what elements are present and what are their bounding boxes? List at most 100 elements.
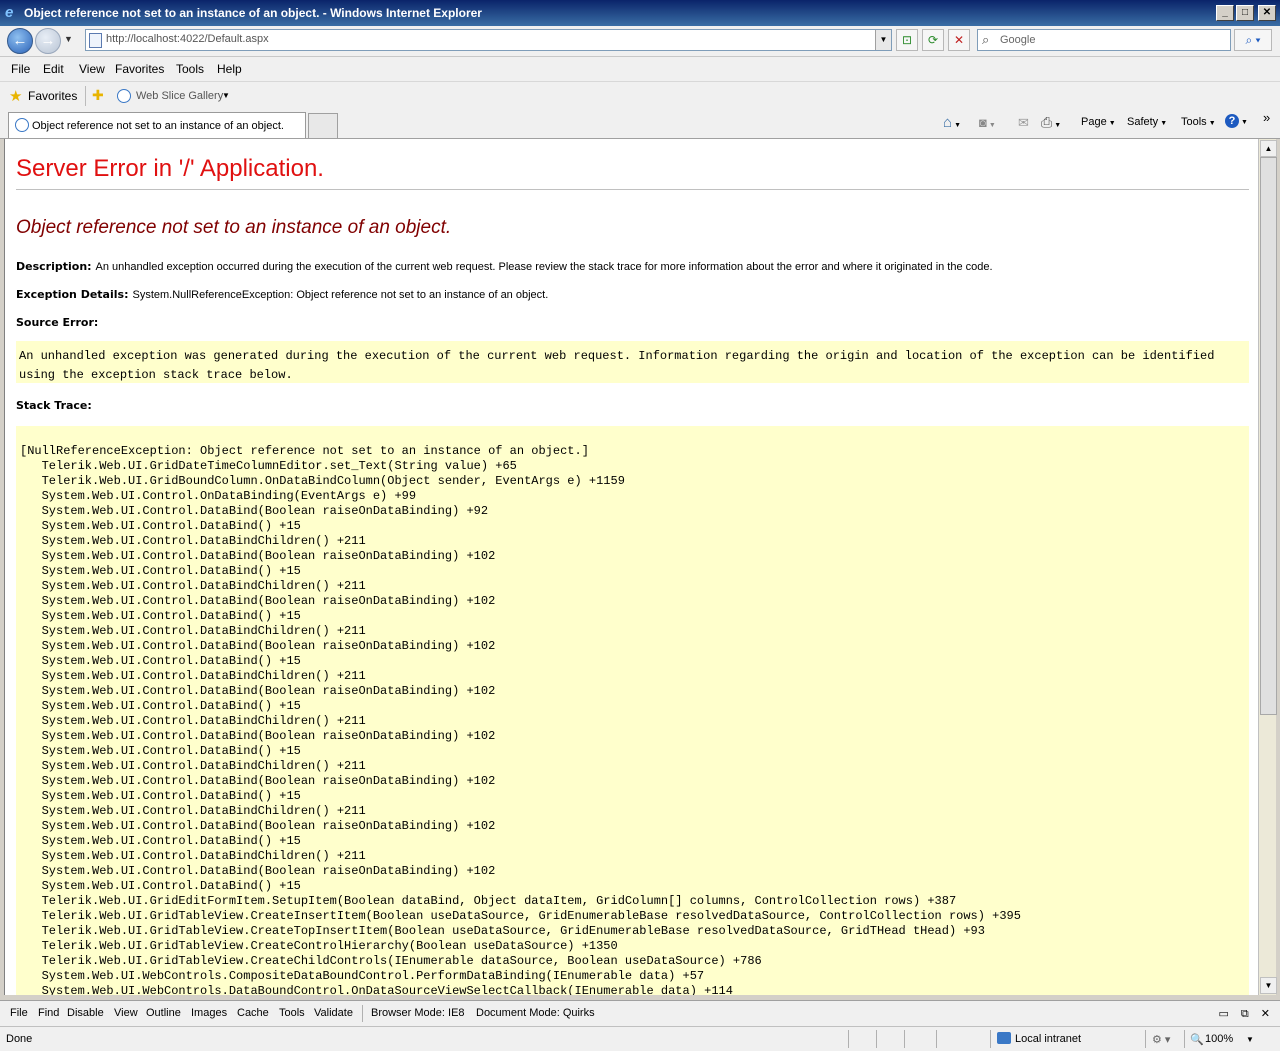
help-menu-button[interactable]: ? ▼	[1225, 114, 1248, 128]
status-separator	[1145, 1030, 1146, 1048]
devtools-outline[interactable]: Outline	[146, 1007, 181, 1019]
zoom-icon[interactable]: 🔍	[1190, 1033, 1204, 1046]
menu-favorites[interactable]: Favorites	[115, 62, 164, 76]
navigation-bar: ← → ▼ http://localhost:4022/Default.aspx…	[0, 26, 1280, 57]
menu-edit[interactable]: Edit	[43, 62, 64, 76]
close-button[interactable]: ✕	[1258, 5, 1276, 21]
page-viewport: Server Error in '/' Application. Object …	[4, 139, 1259, 995]
tab-title: Object reference not set to an instance …	[32, 120, 284, 132]
web-slice-dropdown-icon[interactable]: ▼	[222, 91, 230, 100]
refresh-button[interactable]: ⟳	[922, 29, 944, 51]
status-separator	[936, 1030, 937, 1048]
devtools-separator	[362, 1005, 363, 1022]
devtools-minimize-icon[interactable]: ▭	[1219, 1008, 1229, 1020]
status-text: Done	[6, 1033, 33, 1045]
web-slice-gallery-link[interactable]: Web Slice Gallery	[136, 90, 223, 102]
read-mail-icon[interactable]: ✉	[1018, 115, 1029, 131]
menu-view[interactable]: View	[79, 62, 105, 76]
status-separator	[876, 1030, 877, 1048]
document-mode-button[interactable]: Document Mode: Quirks	[476, 1007, 595, 1019]
description-row: Description: An unhandled exception occur…	[16, 260, 993, 273]
stack-trace-box: [NullReferenceException: Object referenc…	[16, 426, 1249, 995]
page-icon	[89, 33, 102, 48]
page-title: Server Error in '/' Application.	[16, 155, 324, 182]
window-title: Object reference not set to an instance …	[24, 6, 482, 20]
scrollbar-thumb[interactable]	[1260, 157, 1277, 715]
source-error-text: An unhandled exception was generated dur…	[19, 349, 1222, 382]
zoom-level[interactable]: 100%	[1205, 1033, 1233, 1045]
status-separator	[990, 1030, 991, 1048]
local-intranet-icon	[997, 1032, 1011, 1044]
scroll-up-icon[interactable]: ▲	[1260, 140, 1277, 157]
browser-mode-button[interactable]: Browser Mode: IE8	[371, 1007, 465, 1019]
devtools-undock-icon[interactable]: ⧉	[1241, 1008, 1249, 1020]
safety-menu-button[interactable]: Safety ▼	[1127, 116, 1167, 128]
devtools-view[interactable]: View	[114, 1007, 138, 1019]
protected-mode-icon[interactable]: ⚙ ▾	[1152, 1033, 1170, 1046]
devtools-images[interactable]: Images	[191, 1007, 227, 1019]
add-to-favorites-bar-icon[interactable]: ✚	[92, 87, 104, 104]
devtools-tools[interactable]: Tools	[279, 1007, 305, 1019]
devtools-validate[interactable]: Validate	[314, 1007, 353, 1019]
tab-current[interactable]: Object reference not set to an instance …	[8, 112, 306, 138]
address-url[interactable]: http://localhost:4022/Default.aspx	[106, 33, 269, 45]
back-button[interactable]: ←	[7, 28, 33, 54]
address-dropdown-icon[interactable]: ▼	[875, 30, 891, 50]
menu-help[interactable]: Help	[217, 62, 242, 76]
description-label: Description:	[16, 260, 92, 273]
status-separator	[848, 1030, 849, 1048]
search-icon: ⌕	[1245, 33, 1253, 47]
search-button[interactable]: ⌕ ▾	[1234, 29, 1272, 51]
source-error-label: Source Error:	[16, 316, 99, 329]
search-input[interactable]: ⌕ Google	[977, 29, 1231, 51]
stack-trace-row: Stack Trace:	[16, 399, 92, 412]
exception-details-label: Exception Details:	[16, 288, 129, 301]
menu-tools[interactable]: Tools	[176, 62, 204, 76]
devtools-file[interactable]: File	[10, 1007, 28, 1019]
forward-button[interactable]: →	[35, 28, 61, 54]
print-icon[interactable]: ⎙ ▼	[1041, 114, 1061, 131]
source-error-box: An unhandled exception was generated dur…	[16, 341, 1249, 383]
chevron-more-icon[interactable]: »	[1263, 110, 1270, 125]
address-bar[interactable]: http://localhost:4022/Default.aspx ▼	[85, 29, 892, 51]
web-slice-icon	[117, 89, 131, 103]
minimize-button[interactable]: _	[1216, 5, 1234, 21]
search-placeholder: Google	[1000, 34, 1036, 46]
exception-details-text: System.NullReferenceException: Object re…	[132, 289, 549, 301]
scroll-down-icon[interactable]: ▼	[1260, 977, 1277, 994]
home-icon[interactable]: ⌂ ▼	[943, 114, 961, 131]
security-zone[interactable]: Local intranet	[1015, 1033, 1081, 1045]
devtools-find[interactable]: Find	[38, 1007, 59, 1019]
vertical-scrollbar[interactable]: ▲ ▼	[1258, 139, 1277, 995]
favorites-button[interactable]: Favorites	[28, 89, 77, 103]
search-provider-icon: ⌕	[982, 32, 990, 47]
help-icon: ?	[1225, 114, 1239, 128]
maximize-button[interactable]: □	[1236, 5, 1254, 21]
tools-menu-button[interactable]: Tools ▼	[1181, 116, 1216, 128]
favorites-star-icon: ★	[9, 88, 23, 105]
stack-trace-label: Stack Trace:	[16, 399, 92, 412]
favorites-bar: ★ Favorites ✚ Web Slice Gallery ▼	[0, 82, 1280, 111]
devtools-close-icon[interactable]: ✕	[1261, 1008, 1270, 1020]
recent-pages-dropdown-icon[interactable]: ▼	[64, 34, 73, 44]
page-menu-button[interactable]: Page ▼	[1081, 116, 1116, 128]
tab-page-icon	[15, 118, 29, 132]
devtools-cache[interactable]: Cache	[237, 1007, 269, 1019]
favorites-separator	[85, 86, 86, 106]
new-tab-button[interactable]	[308, 113, 338, 138]
source-error-row: Source Error:	[16, 316, 98, 329]
description-text: An unhandled exception occurred during t…	[95, 261, 993, 273]
zoom-dropdown-icon[interactable]: ▼	[1246, 1035, 1254, 1044]
stack-trace-text: [NullReferenceException: Object referenc…	[20, 444, 1021, 995]
devtools-disable[interactable]: Disable	[67, 1007, 104, 1019]
error-subheading: Object reference not set to an instance …	[16, 217, 452, 238]
compatibility-view-button[interactable]: ⊡	[896, 29, 918, 51]
feeds-icon[interactable]: ◙ ▼	[979, 115, 996, 130]
status-separator	[1184, 1030, 1185, 1048]
stop-button[interactable]: ✕	[948, 29, 970, 51]
status-bar: Done Local intranet ⚙ ▾ 🔍 100% ▼	[0, 1026, 1280, 1051]
menu-file[interactable]: File	[11, 62, 30, 76]
status-separator	[904, 1030, 905, 1048]
menu-bar: File Edit View Favorites Tools Help	[0, 57, 1280, 82]
window-title-bar: e Object reference not set to an instanc…	[0, 0, 1280, 26]
